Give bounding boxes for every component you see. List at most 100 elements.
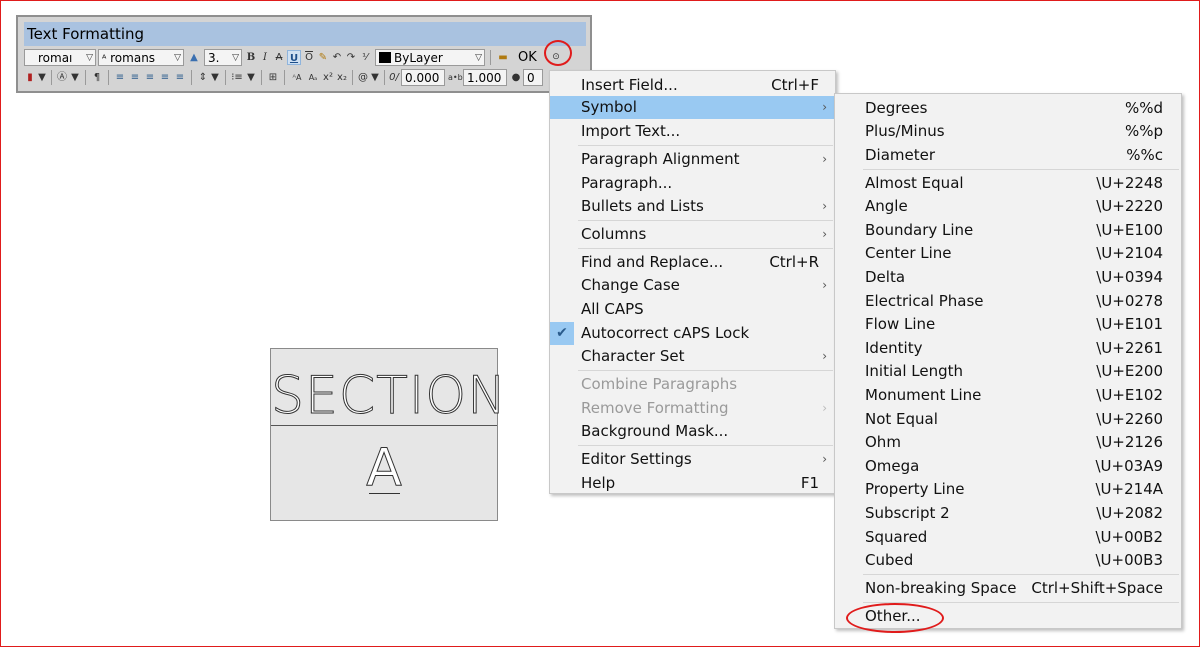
- symbol-item-code: %%d: [1124, 99, 1163, 117]
- color-dropdown[interactable]: ByLayer ▽: [375, 49, 485, 66]
- symbol-item-squared[interactable]: Squared \U+00B2: [835, 526, 1181, 549]
- chevron-down-icon[interactable]: ▼: [70, 70, 80, 85]
- columns-icon[interactable]: ▮: [24, 70, 36, 85]
- menu-item-remove-formatting[interactable]: Remove Formatting ›: [550, 397, 835, 420]
- symbol-item-center-line[interactable]: Center Line \U+2104: [835, 242, 1181, 265]
- symbol-item-initial-length[interactable]: Initial Length \U+E200: [835, 360, 1181, 383]
- symbol-item-electrical-phase[interactable]: Electrical Phase \U+0278: [835, 290, 1181, 313]
- symbol-item-ohm[interactable]: Ohm \U+2126: [835, 431, 1181, 454]
- align-right-icon[interactable]: ≡: [144, 70, 156, 85]
- ruler-icon[interactable]: ▬: [496, 50, 510, 65]
- align-center-icon[interactable]: ≡: [129, 70, 141, 85]
- symbol-item-label: Omega: [865, 457, 920, 475]
- menu-item-label: Paragraph Alignment: [581, 150, 740, 168]
- line-spacing-icon[interactable]: ⇕: [197, 70, 209, 85]
- menu-divider: [578, 220, 833, 221]
- menu-item-all-caps[interactable]: All CAPS: [550, 298, 835, 321]
- menu-item-combine-paragraphs[interactable]: Combine Paragraphs: [550, 373, 835, 396]
- italic-icon[interactable]: I: [259, 50, 271, 65]
- symbol-item-identity[interactable]: Identity \U+2261: [835, 337, 1181, 360]
- symbol-item-flow-line[interactable]: Flow Line \U+E101: [835, 313, 1181, 336]
- strikethrough-icon[interactable]: A: [273, 50, 285, 65]
- symbol-item-cubed[interactable]: Cubed \U+00B3: [835, 549, 1181, 572]
- chevron-down-icon[interactable]: ▼: [370, 70, 380, 85]
- menu-item-change-case[interactable]: Change Case ›: [550, 274, 835, 297]
- uppercase-icon[interactable]: ᴬA: [290, 70, 304, 85]
- symbol-item-property-line[interactable]: Property Line \U+214A: [835, 478, 1181, 501]
- menu-item-autocorrect-caps-lock[interactable]: ✔ Autocorrect cAPS Lock: [550, 322, 835, 345]
- align-left-icon[interactable]: ≡: [114, 70, 126, 85]
- section-letter: A: [366, 438, 403, 498]
- menu-item-character-set[interactable]: Character Set ›: [550, 345, 835, 368]
- width-factor-value: 0: [527, 71, 535, 85]
- symbol-item-label: Monument Line: [865, 386, 982, 404]
- toolbar-divider: [51, 70, 52, 85]
- bold-icon[interactable]: B: [245, 50, 257, 65]
- insert-field-icon[interactable]: ⊞: [267, 70, 279, 85]
- tracking-value: 1.000: [467, 71, 502, 85]
- menu-item-import-text[interactable]: Import Text...: [550, 120, 835, 143]
- text-height-dropdown[interactable]: 3. ▽: [204, 49, 242, 66]
- font-dropdown[interactable]: ᴬ romans ▽: [98, 49, 184, 66]
- menu-item-label: Autocorrect cAPS Lock: [581, 324, 750, 342]
- symbol-item-omega[interactable]: Omega \U+03A9: [835, 455, 1181, 478]
- paragraph-icon[interactable]: ¶: [91, 70, 103, 85]
- justification-icon[interactable]: Ⓐ: [56, 70, 68, 85]
- ok-button[interactable]: OK: [518, 49, 537, 66]
- menu-item-insert-field[interactable]: Insert Field... Ctrl+F: [550, 74, 835, 97]
- menu-divider: [863, 169, 1179, 170]
- annotation-circle: [544, 40, 572, 66]
- tracking-input[interactable]: 1.000: [463, 69, 507, 86]
- symbol-item-code: \U+2248: [1096, 174, 1163, 192]
- match-format-icon[interactable]: ✎: [317, 50, 329, 65]
- symbol-item-monument-line[interactable]: Monument Line \U+E102: [835, 384, 1181, 407]
- menu-item-find-and-replace[interactable]: Find and Replace... Ctrl+R: [550, 251, 835, 274]
- symbol-item-subscript-2[interactable]: Subscript 2 \U+2082: [835, 502, 1181, 525]
- menu-item-help[interactable]: Help F1: [550, 472, 835, 495]
- overline-icon[interactable]: O: [303, 50, 315, 65]
- style-value: romaı: [38, 51, 73, 65]
- chevron-down-icon[interactable]: ▼: [210, 70, 220, 85]
- lowercase-icon[interactable]: Aₐ: [306, 70, 320, 85]
- menu-item-paragraph-alignment[interactable]: Paragraph Alignment ›: [550, 148, 835, 171]
- style-dropdown[interactable]: romaı ▽: [24, 49, 96, 66]
- symbol-icon[interactable]: @: [357, 70, 369, 85]
- annotative-icon[interactable]: ▲: [188, 50, 200, 65]
- menu-item-background-mask[interactable]: Background Mask...: [550, 420, 835, 443]
- numbering-icon[interactable]: ⁝≡: [231, 70, 243, 85]
- symbol-item-almost-equal[interactable]: Almost Equal \U+2248: [835, 172, 1181, 195]
- symbol-item-angle[interactable]: Angle \U+2220: [835, 195, 1181, 218]
- menu-item-symbol[interactable]: Symbol ›: [550, 96, 835, 119]
- underline-icon[interactable]: U: [287, 50, 301, 65]
- symbol-item-not-equal[interactable]: Not Equal \U+2260: [835, 408, 1181, 431]
- stack-icon[interactable]: ⅟: [359, 50, 371, 65]
- oblique-angle-value: 0.000: [405, 71, 440, 85]
- symbol-item-boundary-line[interactable]: Boundary Line \U+E100: [835, 219, 1181, 242]
- subscript-icon[interactable]: x₂: [336, 70, 348, 85]
- toolbar-title[interactable]: Text Formatting: [24, 22, 586, 46]
- menu-item-paragraph[interactable]: Paragraph...: [550, 172, 835, 195]
- symbol-item-diameter[interactable]: Diameter %%c: [835, 144, 1181, 167]
- menu-item-bullets-and-lists[interactable]: Bullets and Lists ›: [550, 195, 835, 218]
- menu-item-columns[interactable]: Columns ›: [550, 223, 835, 246]
- width-factor-input[interactable]: 0: [523, 69, 543, 86]
- symbol-item-label: Subscript 2: [865, 504, 950, 522]
- symbol-item-plus-minus[interactable]: Plus/Minus %%p: [835, 120, 1181, 143]
- redo-icon[interactable]: ↷: [345, 50, 357, 65]
- chevron-down-icon[interactable]: ▼: [37, 70, 47, 85]
- superscript-icon[interactable]: x²: [322, 70, 334, 85]
- chevron-down-icon: ▽: [475, 53, 482, 63]
- distribute-icon[interactable]: ≡: [174, 70, 186, 85]
- symbol-item-non-breaking-space[interactable]: Non-breaking Space Ctrl+Shift+Space: [835, 577, 1181, 600]
- symbol-item-degrees[interactable]: Degrees %%d: [835, 97, 1181, 120]
- chevron-down-icon[interactable]: ▼: [246, 70, 256, 85]
- section-label-graphic[interactable]: SECTION A: [270, 348, 507, 521]
- toolbar-divider: [261, 70, 262, 85]
- oblique-angle-input[interactable]: 0.000: [401, 69, 445, 86]
- menu-item-editor-settings[interactable]: Editor Settings ›: [550, 448, 835, 471]
- undo-icon[interactable]: ↶: [331, 50, 343, 65]
- symbol-item-delta[interactable]: Delta \U+0394: [835, 266, 1181, 289]
- symbol-item-code: \U+0278: [1096, 292, 1163, 310]
- justify-icon[interactable]: ≡: [159, 70, 171, 85]
- symbol-item-label: Ohm: [865, 433, 901, 451]
